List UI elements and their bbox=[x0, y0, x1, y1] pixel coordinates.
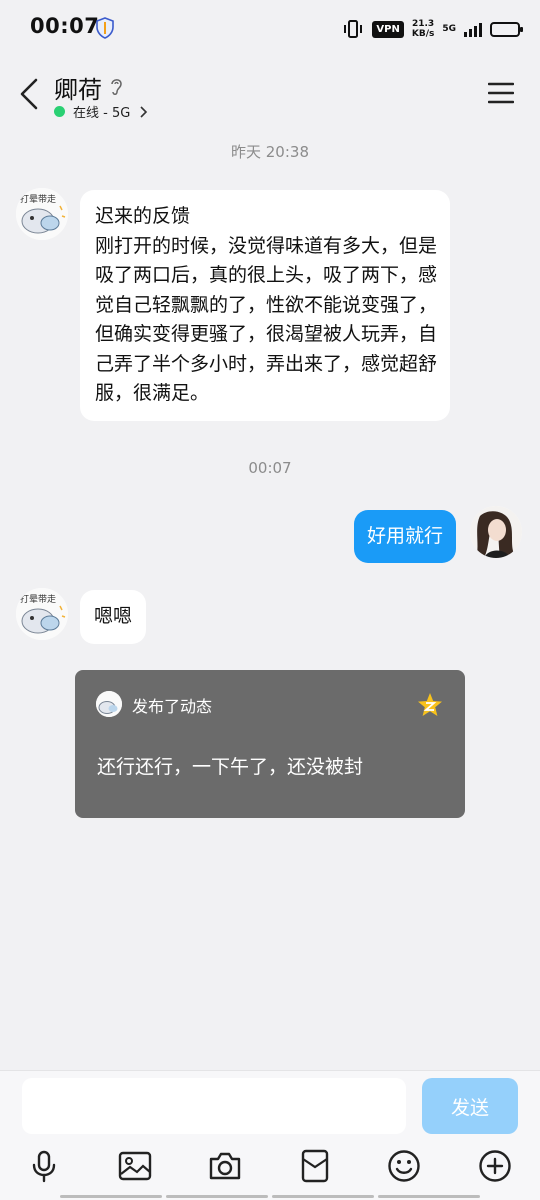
image-icon[interactable] bbox=[118, 1149, 152, 1183]
mic-icon[interactable] bbox=[27, 1149, 61, 1183]
chevron-right-icon bbox=[140, 105, 148, 118]
status-time: 00:07 bbox=[30, 14, 100, 38]
shield-icon bbox=[96, 17, 114, 39]
input-bar: 发送 bbox=[0, 1070, 540, 1200]
qzone-star-icon bbox=[418, 693, 442, 716]
timestamp: 昨天 20:38 bbox=[231, 143, 309, 161]
battery-icon bbox=[490, 21, 523, 37]
feed-avatar bbox=[96, 691, 122, 717]
feed-text: 还行还行，一下午了，还没被封 bbox=[97, 756, 364, 778]
speed-value: 21.3 bbox=[411, 19, 435, 29]
feed-label: 发布了动态 bbox=[132, 697, 213, 716]
back-arrow-icon[interactable] bbox=[14, 74, 46, 114]
status-icons: VPN 21.3 KB/s 5G bbox=[342, 14, 523, 44]
emoji-icon[interactable] bbox=[387, 1149, 421, 1183]
chat-header: 卿荷 在线 - 5G bbox=[0, 62, 540, 132]
avatar-caption: 打晕带走 bbox=[20, 193, 56, 205]
contact-avatar[interactable]: 打晕带走 bbox=[16, 588, 68, 640]
signal-icon bbox=[464, 21, 482, 37]
status-bar: 00:07 VPN 21.3 KB/s 5G bbox=[0, 0, 540, 58]
online-status-text: 在线 - 5G bbox=[73, 106, 131, 121]
message-bubble-received[interactable]: 嗯嗯 bbox=[80, 590, 147, 644]
camera-icon[interactable] bbox=[208, 1149, 242, 1183]
online-status[interactable]: 在线 - 5G bbox=[54, 102, 148, 121]
hamster-avatar-icon: 打晕带走 bbox=[16, 188, 68, 240]
speed-unit: KB/s bbox=[411, 29, 435, 39]
vpn-badge: VPN bbox=[372, 20, 404, 38]
vibrate-icon bbox=[344, 20, 363, 38]
network-label: 5G bbox=[442, 24, 456, 34]
online-dot bbox=[54, 106, 65, 117]
message-input[interactable] bbox=[22, 1078, 406, 1134]
message-bubble-sent[interactable]: 好用就行 bbox=[353, 510, 456, 563]
home-indicator bbox=[60, 1195, 480, 1198]
feed-post-card[interactable]: 发布了动态 还行还行，一下午了，还没被封 bbox=[75, 670, 465, 818]
input-toolbar bbox=[0, 1149, 540, 1183]
send-button[interactable]: 发送 bbox=[422, 1078, 518, 1134]
avatar-caption: 打晕带走 bbox=[20, 593, 56, 605]
menu-icon[interactable] bbox=[488, 82, 514, 104]
red-packet-icon[interactable] bbox=[298, 1149, 332, 1183]
user-photo-icon bbox=[470, 506, 522, 558]
message-bubble-received[interactable]: 迟来的反馈 刚打开的时候，没觉得味道有多大，但是吸了两口后，真的很上头，吸了两下… bbox=[80, 190, 450, 421]
plus-icon[interactable] bbox=[478, 1149, 512, 1183]
hamster-avatar-icon bbox=[96, 691, 122, 717]
ear-icon[interactable] bbox=[108, 76, 124, 96]
contact-avatar[interactable]: 打晕带走 bbox=[16, 188, 68, 240]
network-speed: 21.3 KB/s bbox=[412, 19, 434, 39]
timestamp: 00:07 bbox=[248, 459, 292, 477]
hamster-avatar-icon: 打晕带走 bbox=[16, 588, 68, 640]
my-avatar[interactable] bbox=[470, 506, 522, 558]
network-type: 5G bbox=[442, 24, 456, 34]
contact-name[interactable]: 卿荷 bbox=[54, 70, 102, 105]
